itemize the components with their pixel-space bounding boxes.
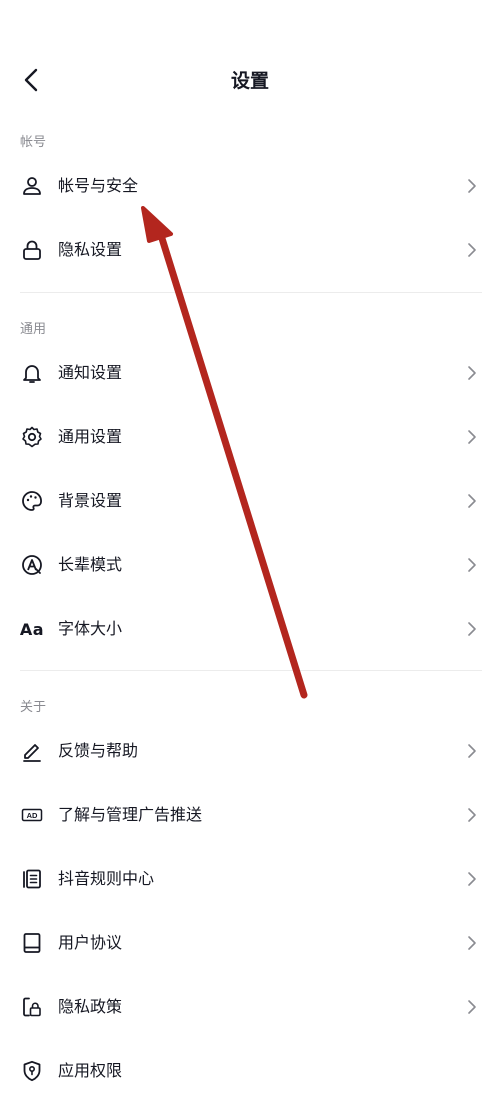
palette-icon xyxy=(18,487,46,515)
user-icon xyxy=(18,172,46,200)
chevron-right-icon xyxy=(462,555,482,575)
settings-item-ad-management[interactable]: AD 了解与管理广告推送 xyxy=(0,783,500,847)
ad-icon: AD xyxy=(18,801,46,829)
chevron-right-icon xyxy=(462,619,482,639)
section-label-account: 帐号 xyxy=(20,135,47,150)
item-label: 应用权限 xyxy=(58,1061,123,1080)
chevron-right-icon xyxy=(462,869,482,889)
chevron-right-icon xyxy=(462,427,482,447)
settings-item-notifications[interactable]: 通知设置 xyxy=(0,341,500,405)
shield-icon xyxy=(18,1057,46,1085)
chevron-right-icon xyxy=(462,933,482,953)
section-divider xyxy=(20,670,482,671)
chevron-right-icon xyxy=(462,363,482,383)
chevron-right-icon xyxy=(462,741,482,761)
rules-book-icon xyxy=(18,865,46,893)
section-label-general: 通用 xyxy=(20,322,47,337)
settings-item-app-permissions[interactable]: 应用权限 xyxy=(0,1039,500,1103)
pencil-icon xyxy=(18,737,46,765)
settings-item-elder-mode[interactable]: 长辈模式 xyxy=(0,533,500,597)
header-bar: 设置 xyxy=(0,52,500,108)
chevron-right-icon xyxy=(462,997,482,1017)
ad-icon-text: AD xyxy=(27,811,38,820)
settings-item-privacy-policy[interactable]: 隐私政策 xyxy=(0,975,500,1039)
item-label: 字体大小 xyxy=(58,619,123,638)
elder-mode-icon xyxy=(18,551,46,579)
item-label: 帐号与安全 xyxy=(58,176,139,195)
settings-item-user-agreement[interactable]: 用户协议 xyxy=(0,911,500,975)
lock-icon xyxy=(18,236,46,264)
item-label: 用户协议 xyxy=(58,933,123,952)
item-label: 背景设置 xyxy=(58,491,123,510)
section-label-about: 关于 xyxy=(20,700,47,715)
section-divider xyxy=(20,292,482,293)
bell-icon xyxy=(18,359,46,387)
chevron-right-icon xyxy=(462,240,482,260)
settings-item-account-security[interactable]: 帐号与安全 xyxy=(0,154,500,218)
item-label: 隐私政策 xyxy=(58,997,123,1016)
item-label: 长辈模式 xyxy=(58,555,123,574)
settings-item-general[interactable]: 通用设置 xyxy=(0,405,500,469)
item-label: 隐私设置 xyxy=(58,240,123,259)
page-title: 设置 xyxy=(230,70,269,92)
settings-item-feedback-help[interactable]: 反馈与帮助 xyxy=(0,719,500,783)
agreement-book-icon xyxy=(18,929,46,957)
settings-item-background[interactable]: 背景设置 xyxy=(0,469,500,533)
settings-item-font-size[interactable]: Aa 字体大小 xyxy=(0,597,500,661)
item-label: 反馈与帮助 xyxy=(58,741,139,760)
item-label: 了解与管理广告推送 xyxy=(58,805,203,824)
chevron-right-icon xyxy=(462,491,482,511)
item-label: 通知设置 xyxy=(58,363,123,382)
settings-item-privacy-settings[interactable]: 隐私设置 xyxy=(0,218,500,282)
settings-item-rules-center[interactable]: 抖音规则中心 xyxy=(0,847,500,911)
gear-icon xyxy=(18,423,46,451)
font-size-icon: Aa xyxy=(18,615,46,643)
font-size-icon-text: Aa xyxy=(19,619,45,639)
item-label: 通用设置 xyxy=(58,427,123,446)
privacy-policy-icon xyxy=(18,993,46,1021)
item-label: 抖音规则中心 xyxy=(58,869,155,888)
chevron-right-icon xyxy=(462,176,482,196)
chevron-right-icon xyxy=(462,805,482,825)
